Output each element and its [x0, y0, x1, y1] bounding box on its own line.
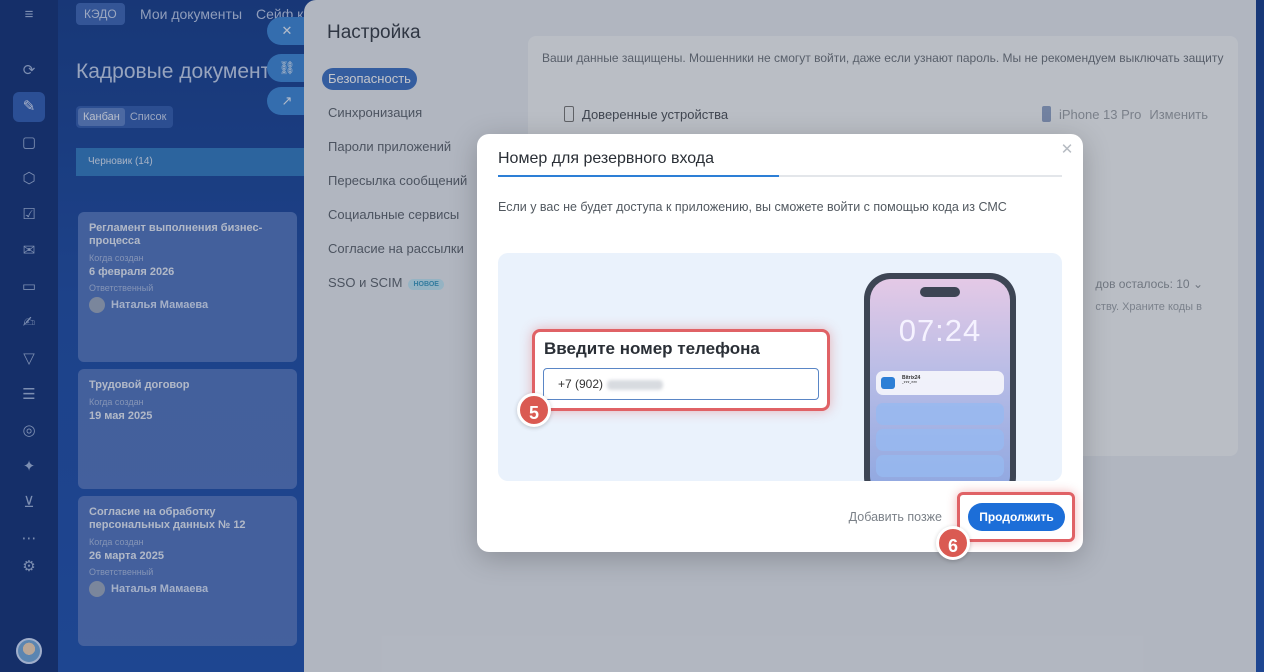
dialog-description: Если у вас не будет доступа к приложению… [498, 200, 1007, 214]
placeholder-notification [876, 429, 1004, 451]
backup-phone-dialog: Номер для резервного входа ✕ Если у вас … [477, 134, 1083, 560]
progress-line [498, 175, 1062, 177]
add-later-button[interactable]: Добавить позже [849, 510, 942, 524]
phone-screen: 07:24 Bitrix24 -***-*** [870, 279, 1010, 481]
phone-illustration: 07:24 Bitrix24 -***-*** [864, 273, 1016, 481]
dynamic-island [920, 287, 960, 297]
dialog-title: Номер для резервного входа [498, 150, 715, 167]
phone-input-label: Введите номер телефона [544, 339, 760, 358]
step-badge: 5 [517, 393, 551, 427]
illustration: Введите номер телефона +7 (902) 5 07:24 … [498, 253, 1062, 481]
continue-button[interactable]: Продолжить [968, 503, 1065, 531]
phone-time: 07:24 [898, 313, 982, 348]
blurred-digits [607, 379, 664, 390]
continue-highlight: Продолжить [957, 492, 1075, 542]
phone-input[interactable]: +7 (902) [543, 368, 819, 400]
placeholder-notification [876, 403, 1004, 425]
phone-value: +7 (902) [558, 377, 604, 391]
step-badge: 6 [936, 526, 970, 560]
notification-text: -***-*** [902, 381, 918, 387]
progress-active [498, 175, 779, 177]
close-icon[interactable]: ✕ [1059, 142, 1075, 158]
phone-input-card: Введите номер телефона +7 (902) [532, 329, 830, 411]
placeholder-notification [876, 455, 1004, 477]
dialog-footer: Добавить позже Продолжить [477, 492, 1083, 542]
sms-notification: Bitrix24 -***-*** [876, 371, 1004, 395]
